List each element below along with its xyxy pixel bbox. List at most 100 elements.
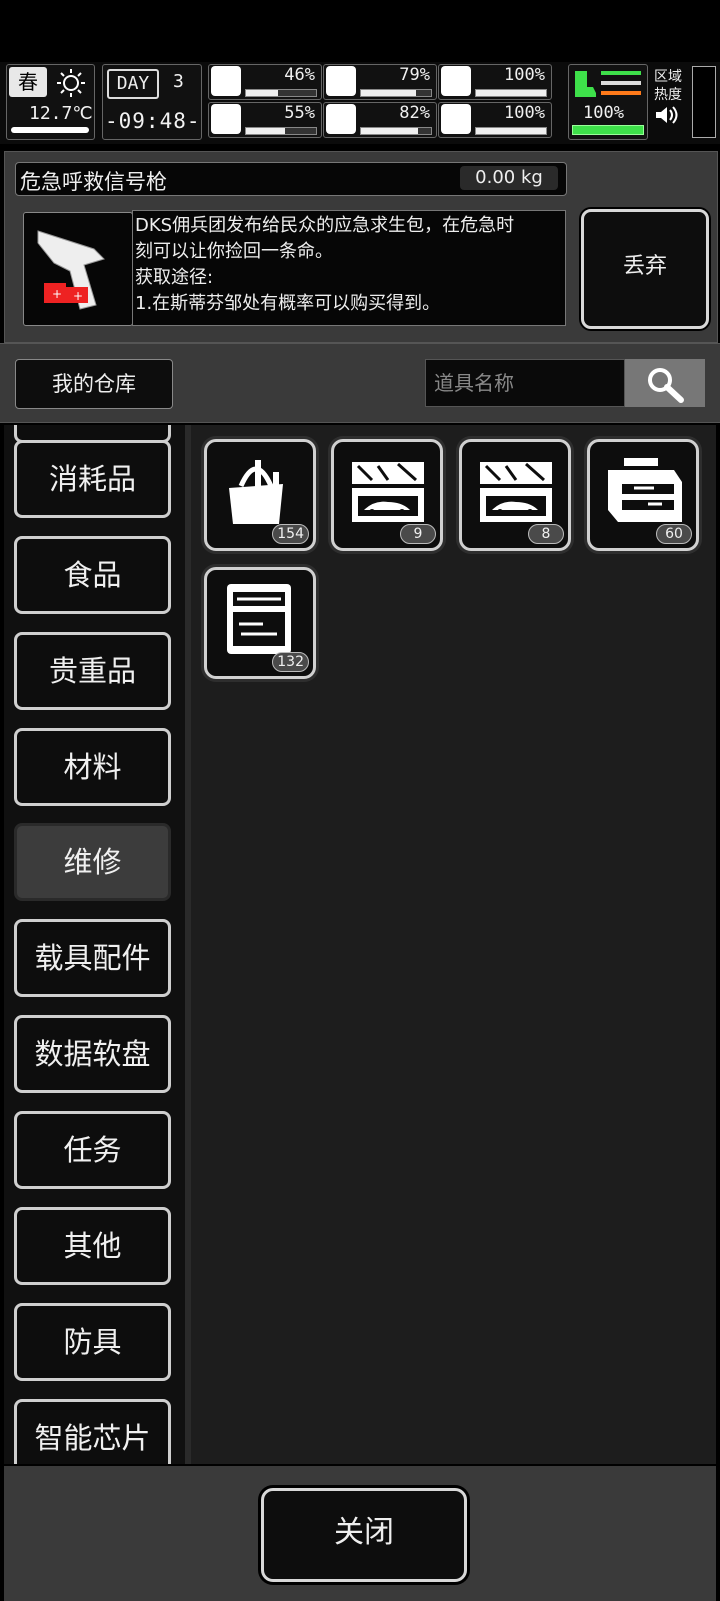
stat-value: 100%	[504, 103, 545, 123]
sun-icon	[57, 69, 85, 97]
stat-cell: 46%	[208, 64, 322, 100]
category-item[interactable]: 数据软盘	[14, 1015, 171, 1093]
stamina-value: 100%	[583, 103, 624, 123]
category-item[interactable]: 消耗品	[14, 440, 171, 518]
category-item[interactable]: 载具配件	[14, 919, 171, 997]
zone-heat-label-1: 区域	[654, 69, 682, 85]
stat-bar-fill	[246, 90, 279, 96]
stat-bar	[475, 127, 547, 135]
item-slot[interactable]: 154	[204, 439, 316, 551]
thermometer-icon	[11, 127, 89, 133]
stamina-panel: 100%	[568, 64, 648, 140]
item-detail-panel: 危急呼救信号枪 0.00 kg + + DKS佣兵团发布给民众的应急求生包，在危…	[4, 151, 718, 343]
stat-bar-fill	[361, 90, 417, 96]
tool-chest-icon	[608, 458, 682, 522]
item-count: 132	[272, 652, 309, 672]
item-slot[interactable]: 60	[587, 439, 699, 551]
medkit-icon	[211, 66, 241, 96]
stats-grid: 46% 79% 100% 55% 82% 100%	[208, 62, 564, 144]
clock-time: -09:48-	[105, 109, 201, 133]
category-item[interactable]: 任务	[14, 1111, 171, 1189]
stat-bar	[475, 89, 547, 97]
car-repair-kit-icon	[480, 462, 552, 522]
stat-bar-fill	[476, 90, 546, 96]
description-line: 刻可以让你捡回一条命。	[135, 241, 333, 262]
item-count: 8	[528, 524, 564, 544]
description-line: 获取途径:	[135, 267, 214, 288]
stat-cell: 82%	[323, 102, 437, 138]
stat-bar-fill	[361, 128, 419, 134]
stat-value: 79%	[399, 65, 430, 85]
item-grid: 154 9 8 60 132	[191, 425, 716, 1464]
category-item-active[interactable]: 维修	[14, 823, 171, 901]
speaker-icon[interactable]	[654, 104, 680, 126]
tool-bag-icon	[229, 460, 283, 524]
item-name-bar: 危急呼救信号枪 0.00 kg	[15, 162, 567, 196]
item-slot[interactable]: 132	[204, 567, 316, 679]
stat-cell: 55%	[208, 102, 322, 138]
stat-bar-fill	[476, 128, 546, 134]
zone-heat-label-2: 热度	[654, 87, 682, 103]
drop-button[interactable]: 丢弃	[581, 209, 709, 329]
stamina-stripe-green	[601, 71, 641, 75]
item-count: 154	[272, 524, 309, 544]
stat-bar	[360, 89, 432, 97]
precision-tool-case-icon	[227, 584, 291, 654]
item-thumbnail: + +	[23, 212, 133, 326]
stat-value: 82%	[399, 103, 430, 123]
warehouse-label: 我的仓库	[15, 359, 173, 409]
car-repair-kit-icon	[352, 462, 424, 522]
item-count: 60	[656, 524, 692, 544]
item-slot[interactable]: 9	[331, 439, 443, 551]
pill-icon	[441, 66, 471, 96]
category-item[interactable]: 其他	[14, 1207, 171, 1285]
stat-cell: 79%	[323, 64, 437, 100]
description-line: 1.在斯蒂芬邹处有概率可以购买得到。	[135, 293, 441, 314]
stat-cell: 100%	[438, 102, 552, 138]
search-button[interactable]	[625, 359, 705, 407]
day-time-panel: DAY 3 -09:48-	[102, 64, 202, 140]
item-name: 危急呼救信号枪	[20, 170, 167, 194]
category-item[interactable]: 智能芯片	[14, 1399, 171, 1464]
stat-value: 55%	[284, 103, 315, 123]
search-icon	[648, 368, 684, 403]
category-item[interactable]: 贵重品	[14, 632, 171, 710]
svg-text:+: +	[73, 289, 83, 303]
stamina-stripe-white	[601, 81, 641, 85]
stat-bar	[245, 127, 317, 135]
description-line: DKS佣兵团发布给民众的应急求生包，在危急时	[135, 215, 515, 236]
boot-icon	[575, 71, 596, 97]
stamina-bar	[572, 125, 644, 135]
category-item[interactable]: 食品	[14, 536, 171, 614]
stamina-stripe-orange	[601, 91, 641, 95]
stat-value: 100%	[504, 65, 545, 85]
temperature: 12.7℃	[29, 103, 93, 124]
stat-bar	[360, 127, 432, 135]
stat-bar-fill	[246, 128, 285, 134]
close-button[interactable]: 关闭	[261, 1488, 467, 1582]
category-item[interactable]: 防具	[14, 1303, 171, 1381]
weather-panel: 春 12.7℃	[6, 64, 95, 140]
stat-bar	[245, 89, 317, 97]
stat-value: 46%	[284, 65, 315, 85]
warehouse-header: 我的仓库	[0, 343, 720, 423]
item-description: DKS佣兵团发布给民众的应急求生包，在危急时 刻可以让你捡回一条命。 获取途径:…	[132, 210, 566, 326]
category-sidebar[interactable]: 消耗品 食品 贵重品 材料 维修 载具配件 数据软盘 任务 其他 防具 智能芯片	[4, 425, 185, 1464]
heart-icon	[441, 104, 471, 134]
water-drop-icon	[326, 104, 356, 134]
day-label: DAY	[107, 69, 159, 99]
item-weight: 0.00 kg	[460, 166, 558, 190]
status-hud: 春 12.7℃ DAY 3 -09:48- 46% 79% 100% 55% 82% 10…	[0, 62, 720, 144]
zone-heat-meter	[692, 66, 716, 138]
flare-gun-icon: + +	[37, 230, 105, 310]
category-item[interactable]: 材料	[14, 728, 171, 806]
season-label: 春	[9, 67, 47, 97]
day-number: 3	[173, 71, 184, 92]
zone-heat[interactable]: 区域 热度	[654, 68, 690, 130]
svg-text:+: +	[52, 287, 62, 301]
item-search-input[interactable]	[425, 359, 625, 407]
stat-cell: 100%	[438, 64, 552, 100]
brain-icon	[211, 104, 241, 134]
stomach-icon	[326, 66, 356, 96]
item-slot[interactable]: 8	[459, 439, 571, 551]
